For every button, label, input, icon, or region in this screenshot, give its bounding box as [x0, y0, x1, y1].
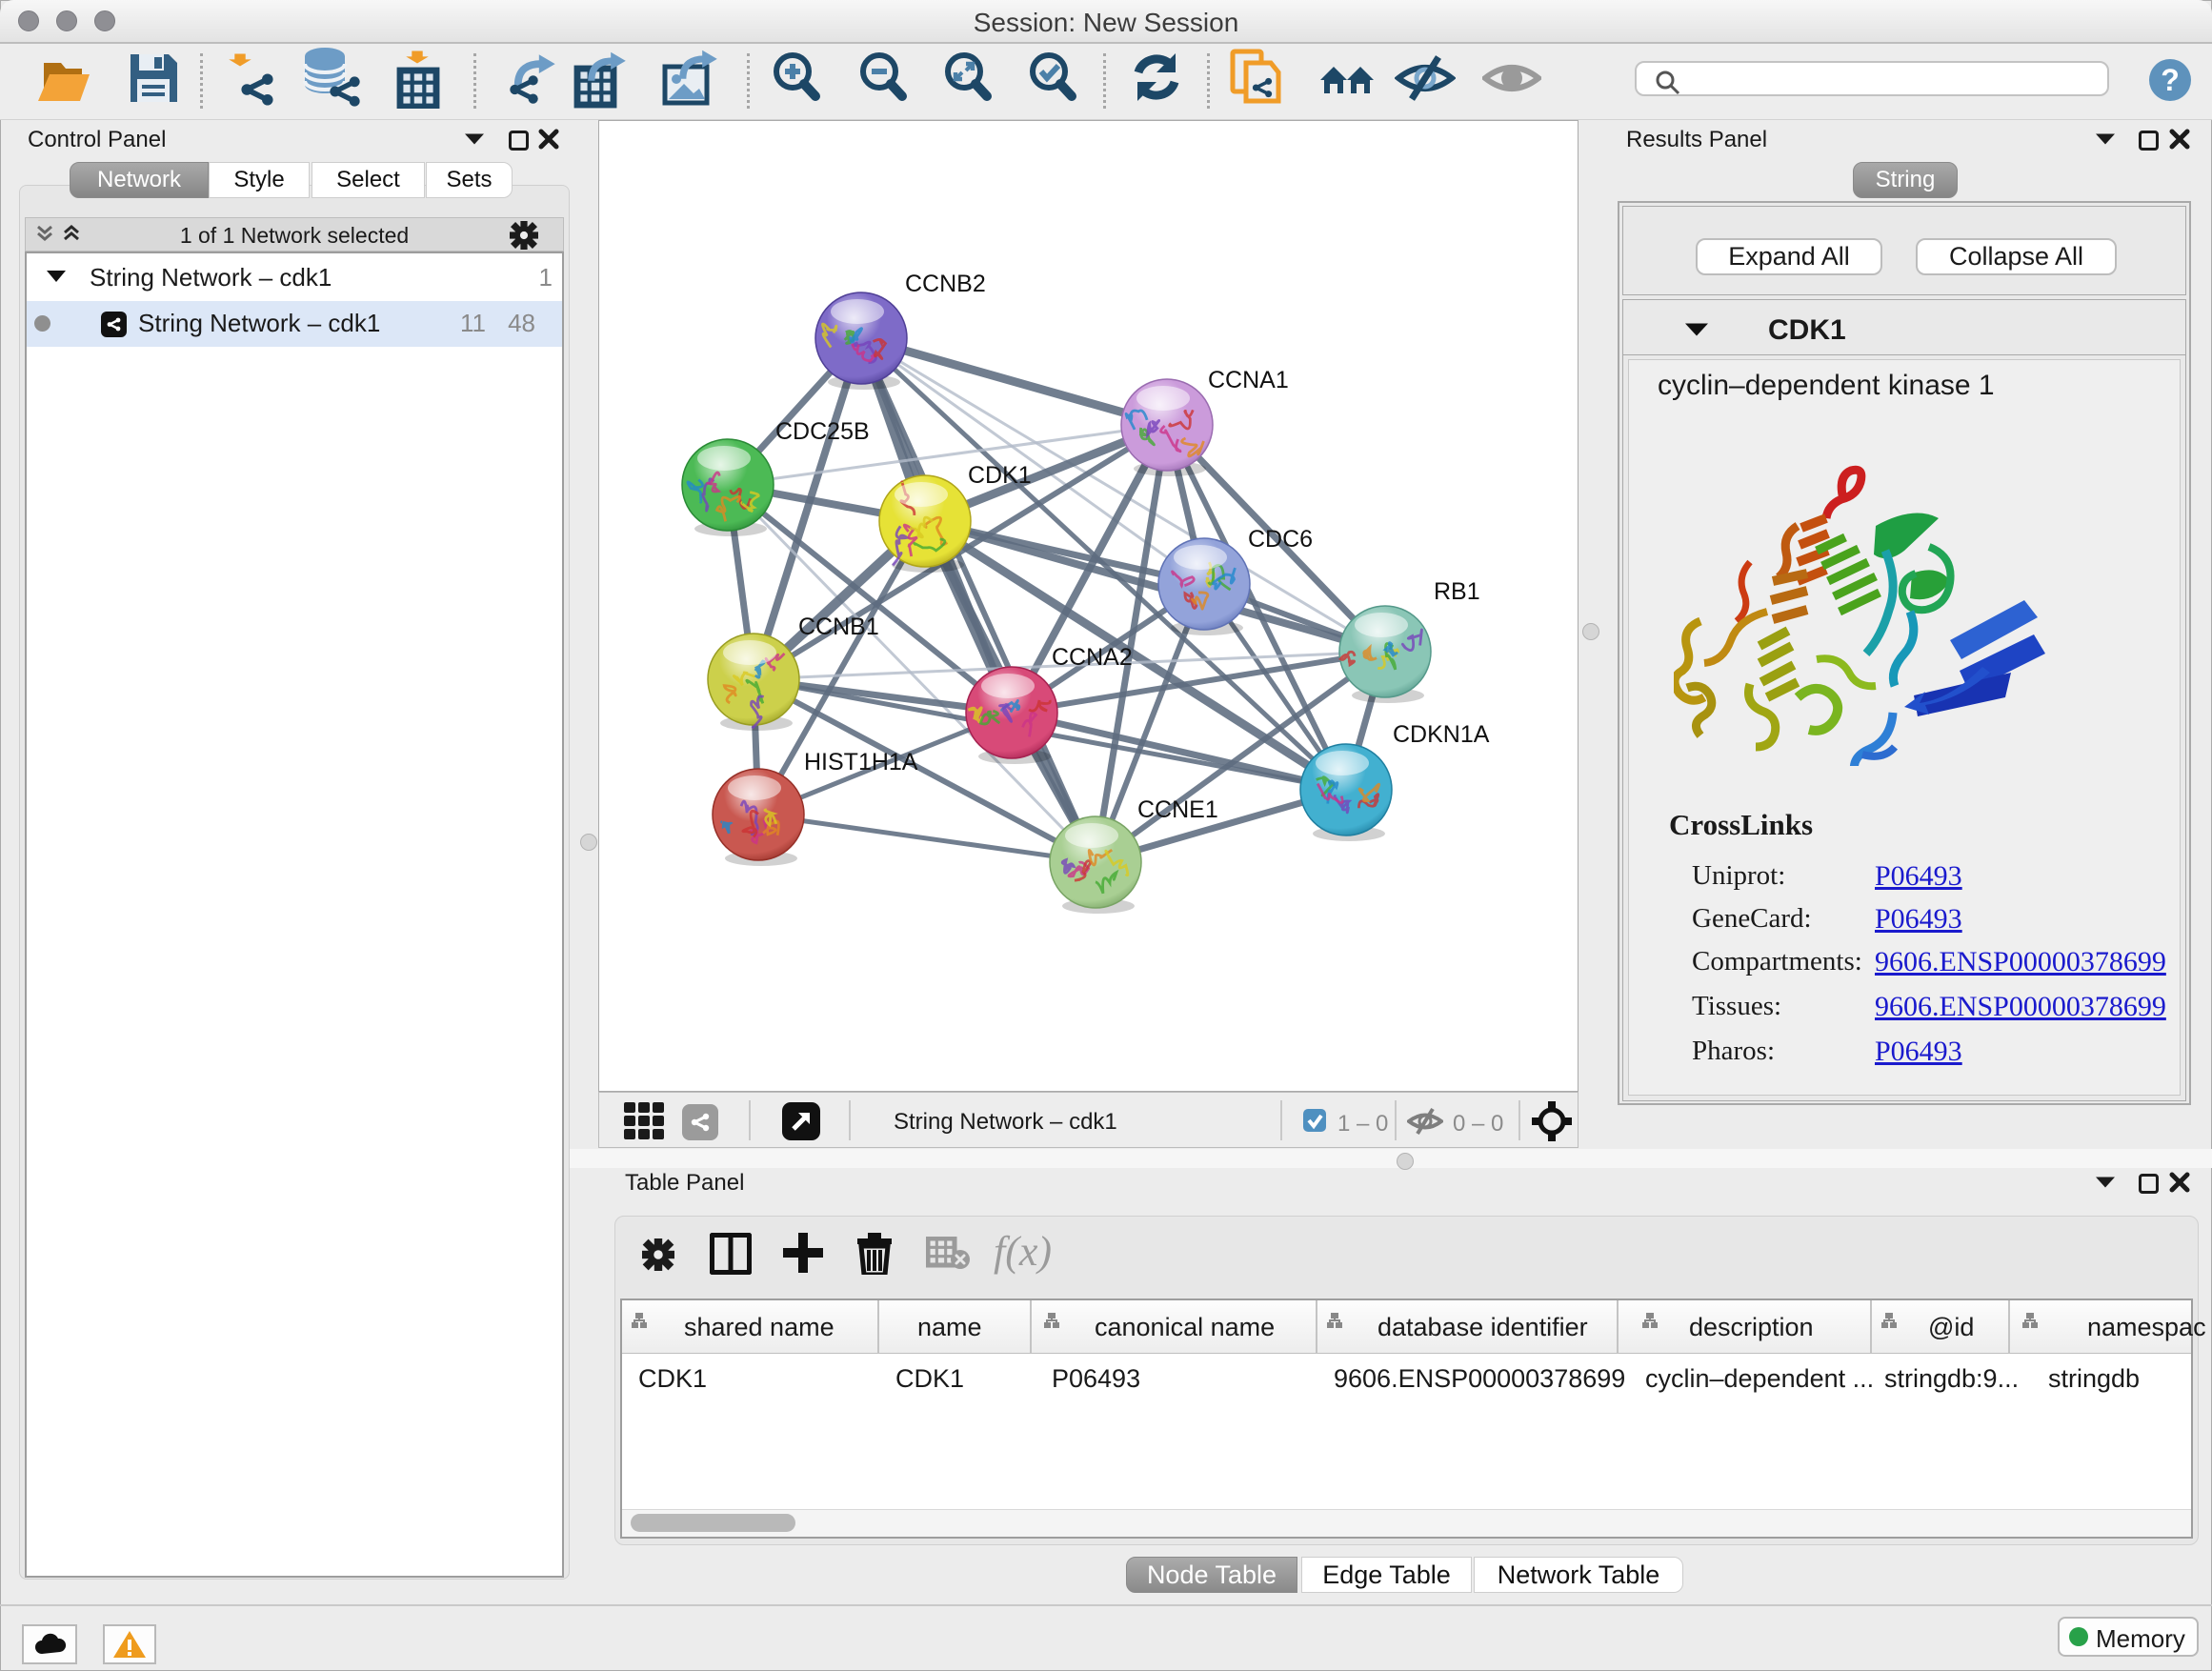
svg-text:CCNB2: CCNB2: [905, 271, 986, 297]
svg-text:CCNE1: CCNE1: [1137, 796, 1218, 823]
svg-text:CCNA1: CCNA1: [1208, 367, 1289, 393]
svg-text:CDC25B: CDC25B: [775, 418, 870, 445]
svg-text:CCNA2: CCNA2: [1052, 644, 1133, 671]
svg-text:HIST1H1A: HIST1H1A: [804, 749, 918, 775]
svg-text:RB1: RB1: [1434, 578, 1480, 605]
svg-text:CDKN1A: CDKN1A: [1393, 721, 1490, 748]
svg-text:CCNB1: CCNB1: [798, 614, 879, 640]
svg-text:CDK1: CDK1: [968, 462, 1032, 489]
svg-text:CDC6: CDC6: [1248, 526, 1313, 553]
